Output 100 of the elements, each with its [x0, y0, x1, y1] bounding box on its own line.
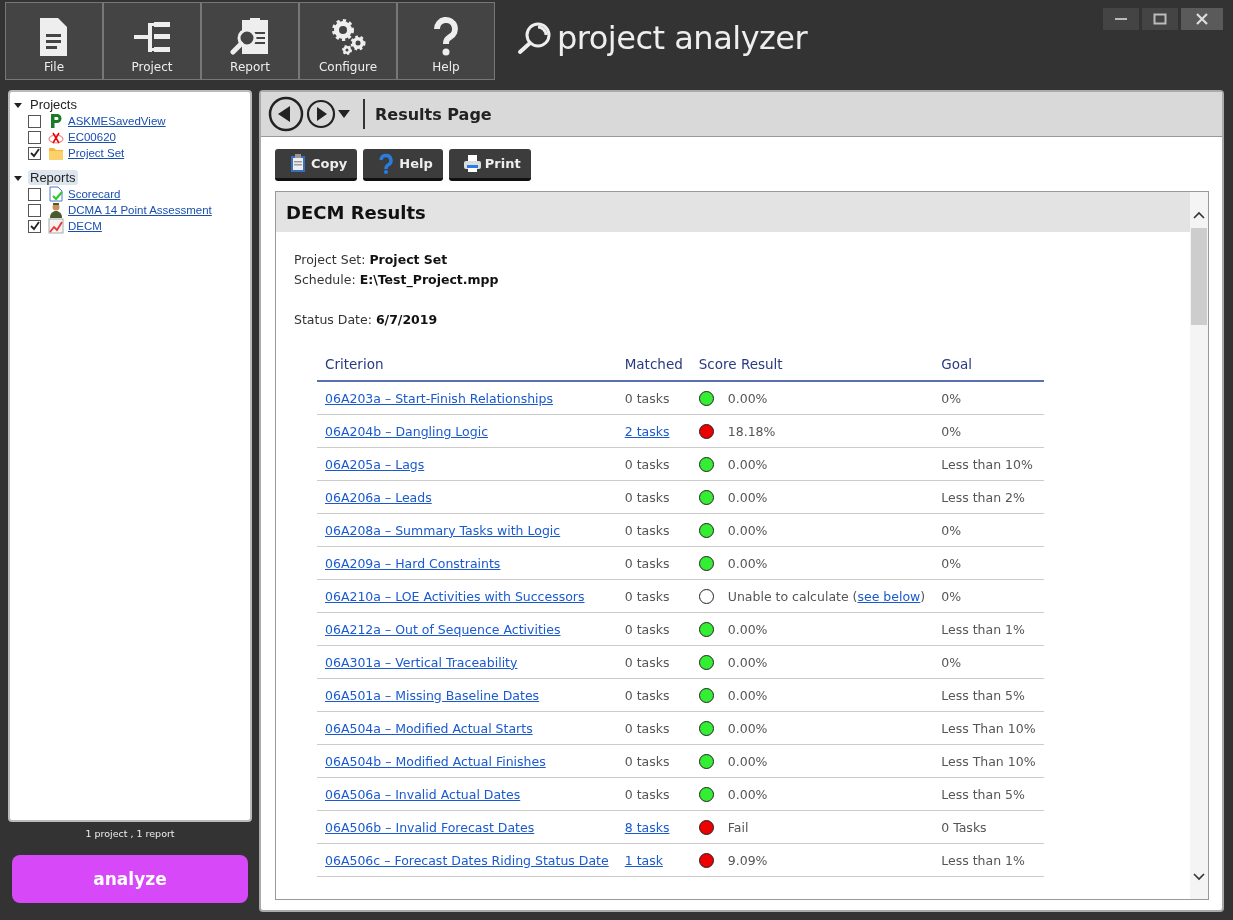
minimize-button[interactable]	[1103, 8, 1139, 30]
score-text: 0.00%	[727, 489, 768, 505]
toolbar-button[interactable]: Print	[448, 149, 531, 181]
matched-count: 0 tasks	[624, 390, 670, 406]
app-name: project analyzer	[557, 19, 808, 57]
matched-count: 0 tasks	[624, 522, 670, 538]
column-header: Matched	[616, 348, 691, 381]
tree-group[interactable]: Reports	[28, 170, 78, 185]
tree-item-link[interactable]: ASKMESavedView	[68, 115, 166, 127]
info-line: Schedule: E:\Test_Project.mpp	[294, 271, 499, 290]
goal-text: 0%	[941, 423, 962, 439]
history-dropdown[interactable]	[337, 110, 351, 118]
score-text: 0.00%	[727, 753, 768, 769]
criterion-link[interactable]: 06A504b – Modified Actual Finishes	[325, 753, 546, 769]
goal-text: Less Than 10%	[941, 720, 1036, 736]
criterion-link[interactable]: 06A206a – Leads	[325, 489, 432, 505]
goal-text: Less Than 10%	[941, 753, 1036, 769]
checkbox[interactable]	[28, 146, 41, 160]
goal-text: 0%	[941, 588, 962, 604]
checkbox[interactable]	[28, 114, 41, 128]
selection-summary: 1 project , 1 report	[84, 828, 176, 839]
score-text: 0.00%	[727, 555, 768, 571]
goal-text: Less than 5%	[941, 687, 1025, 703]
score-text: 18.18%	[727, 423, 776, 439]
score-text: 0.00%	[727, 720, 768, 736]
report-search-icon	[230, 16, 270, 56]
forward-button[interactable]	[305, 99, 337, 129]
criterion-link[interactable]: 06A506a – Invalid Actual Dates	[325, 786, 521, 802]
goal-text: 0%	[941, 522, 962, 538]
matched-count: 0 tasks	[624, 786, 670, 802]
criterion-link[interactable]: 06A209a – Hard Constraints	[325, 555, 501, 571]
matched-count: 0 tasks	[624, 555, 670, 571]
tree-item-link[interactable]: DCMA 14 Point Assessment	[68, 204, 212, 216]
criterion-link[interactable]: 06A506b – Invalid Forecast Dates	[325, 819, 535, 835]
column-header: Score Result	[690, 348, 934, 381]
close-button[interactable]	[1181, 8, 1223, 30]
criterion-link[interactable]: 06A208a – Summary Tasks with Logic	[325, 522, 561, 538]
checkmark-icon	[29, 221, 40, 231]
criterion-link[interactable]: 06A504a – Modified Actual Starts	[325, 720, 533, 736]
criterion-link[interactable]: 06A212a – Out of Sequence Activities	[325, 621, 561, 637]
criterion-link[interactable]: 06A205a – Lags	[325, 456, 425, 472]
clipboard-icon	[289, 153, 308, 174]
tree-item-link[interactable]: Project Set	[68, 147, 125, 159]
goal-text: 0%	[941, 654, 962, 670]
matched-count: 0 tasks	[624, 720, 670, 736]
matched-link[interactable]: 2 tasks	[624, 423, 670, 439]
goal-text: 0 Tasks	[941, 819, 987, 835]
person-icon	[48, 202, 64, 218]
checkbox[interactable]	[28, 203, 41, 217]
toolbar-button[interactable]: Configure	[299, 2, 397, 80]
line-chart-icon	[48, 218, 64, 234]
matched-link[interactable]: 8 tasks	[624, 819, 670, 835]
toolbar-button[interactable]: Help	[363, 149, 443, 181]
close-icon	[1195, 12, 1209, 26]
checkbox[interactable]	[28, 187, 41, 201]
tree-group[interactable]: Projects	[28, 97, 79, 112]
toolbar-button[interactable]: Report	[201, 2, 299, 80]
matched-link[interactable]: 1 task	[624, 852, 663, 868]
checkmark-icon	[29, 148, 40, 158]
folder-icon	[48, 145, 64, 161]
tree-item-link[interactable]: EC00620	[68, 131, 116, 143]
matched-count: 0 tasks	[624, 753, 670, 769]
goal-text: Less than 1%	[941, 852, 1025, 868]
criterion-link[interactable]: 06A501a – Missing Baseline Dates	[325, 687, 540, 703]
maximize-button[interactable]	[1142, 8, 1178, 30]
toolbar-button[interactable]: File	[5, 2, 103, 80]
criterion-link[interactable]: 06A301a – Vertical Traceability	[325, 654, 518, 670]
tree-item-link[interactable]: Scorecard	[68, 188, 121, 200]
goal-text: Less than 1%	[941, 621, 1025, 637]
criterion-link[interactable]: 06A210a – LOE Activities with Successors	[325, 588, 585, 604]
analyze-button[interactable]: analyze	[12, 855, 248, 903]
criterion-link[interactable]: 06A204b – Dangling Logic	[325, 423, 489, 439]
goal-text: Less than 5%	[941, 786, 1025, 802]
score-text: 9.09%	[727, 852, 768, 868]
score-text: 0.00%	[727, 654, 768, 670]
score-text: Unable to calculate (see below)	[727, 588, 926, 604]
goal-text: Less than 2%	[941, 489, 1025, 505]
maximize-icon	[1153, 12, 1167, 26]
matched-count: 0 tasks	[624, 456, 670, 472]
criterion-link[interactable]: 06A506c – Forecast Dates Riding Status Date	[325, 852, 609, 868]
matched-count: 0 tasks	[624, 588, 670, 604]
score-text: 0.00%	[727, 522, 768, 538]
toolbar-button[interactable]: Help	[397, 2, 495, 80]
matched-count: 0 tasks	[624, 489, 670, 505]
caret-down-icon	[338, 110, 350, 118]
see-below-link[interactable]: see below	[857, 588, 921, 604]
goal-text: Less than 10%	[941, 456, 1033, 472]
matched-count: 0 tasks	[624, 687, 670, 703]
toolbar-button[interactable]: Project	[103, 2, 201, 80]
checkbox[interactable]	[28, 219, 41, 233]
project-file-icon	[48, 113, 64, 129]
info-line: Status Date: 6/7/2019	[294, 311, 438, 329]
info-line: Project Set: Project Set	[294, 251, 448, 269]
tree-item-link[interactable]: DECM	[68, 220, 102, 232]
criterion-link[interactable]: 06A203a – Start-Finish Relationships	[325, 390, 554, 406]
toolbar-button[interactable]: Copy	[275, 149, 358, 181]
goal-text: 0%	[941, 555, 962, 571]
checkbox[interactable]	[28, 130, 41, 144]
back-button[interactable]	[267, 96, 305, 132]
scorecard-icon	[48, 186, 64, 202]
